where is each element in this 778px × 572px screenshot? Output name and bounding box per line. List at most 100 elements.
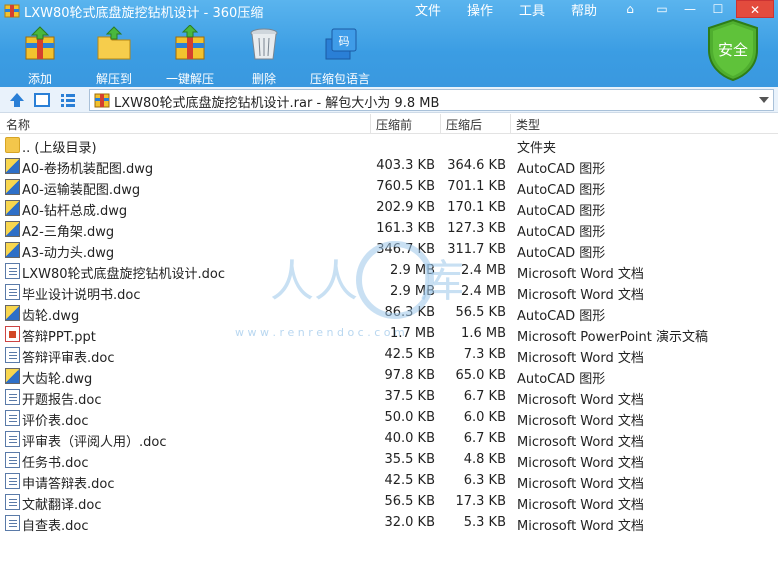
maximize-button[interactable]: ☐ [706,0,730,18]
column-type[interactable]: 类型 [516,116,540,133]
word-file-icon [5,431,20,447]
file-row[interactable]: 评价表.doc 50.0 KB 6.0 KB Microsoft Word 文档 [0,407,778,429]
close-button[interactable]: ✕ [736,0,774,18]
file-compressed-size: 6.0 KB [463,410,506,425]
app-logo-icon [4,4,20,18]
file-size: 42.5 KB [384,347,435,362]
file-type: AutoCAD 图形 [517,372,606,387]
delete-button[interactable]: 删除 [234,25,294,86]
menu-tools[interactable]: 工具 [519,0,545,19]
file-size: 32.0 KB [384,515,435,530]
file-type: Microsoft Word 文档 [517,267,644,282]
file-row[interactable]: 自查表.doc 32.0 KB 5.3 KB Microsoft Word 文档 [0,512,778,534]
file-type: Microsoft PowerPoint 演示文稿 [517,330,709,345]
path-field[interactable]: LXW80轮式底盘旋挖钻机设计.rar - 解包大小为 9.8 MB [89,89,774,111]
autocad-file-icon [5,221,20,237]
file-type: AutoCAD 图形 [517,204,606,219]
file-row[interactable]: 任务书.doc 35.5 KB 4.8 KB Microsoft Word 文档 [0,449,778,471]
file-name: LXW80轮式底盘旋挖钻机设计.doc [22,267,226,282]
file-type: AutoCAD 图形 [517,225,606,240]
security-label: 安全 [718,41,748,59]
file-name: A0-卷扬机装配图.dwg [22,162,154,177]
file-type: AutoCAD 图形 [517,309,606,324]
add-label: 添加 [27,72,52,86]
file-row[interactable]: A2-三角架.dwg 161.3 KB 127.3 KB AutoCAD 图形 [0,218,778,240]
menu-operate[interactable]: 操作 [467,0,493,19]
file-size: 346.7 KB [376,242,435,257]
trash-icon [250,28,278,60]
file-size: 56.5 KB [384,494,435,509]
file-name: 答辩PPT.ppt [22,330,96,345]
minimize-button[interactable]: — [678,0,702,18]
file-row[interactable]: 文献翻译.doc 56.5 KB 17.3 KB Microsoft Word 文档 [0,491,778,513]
file-size: 2.9 MB [390,284,435,299]
file-name: A3-动力头.dwg [22,246,115,261]
file-row[interactable]: A0-卷扬机装配图.dwg 403.3 KB 364.6 KB AutoCAD 图形 [0,155,778,177]
word-file-icon [5,284,20,300]
feedback-icon[interactable]: ▭ [650,0,674,18]
column-compressed[interactable]: 压缩后 [446,116,482,133]
file-row[interactable]: A0-运输装配图.dwg 760.5 KB 701.1 KB AutoCAD 图形 [0,176,778,198]
language-encoding-icon: 码 [325,28,357,60]
file-row[interactable]: 毕业设计说明书.doc 2.9 MB 2.4 MB Microsoft Word 文档 [0,281,778,303]
file-compressed-size: 5.3 KB [463,515,506,530]
file-size: 403.3 KB [376,158,435,173]
file-type: Microsoft Word 文档 [517,351,644,366]
word-file-icon [5,263,20,279]
file-type: AutoCAD 图形 [517,162,606,177]
column-divider[interactable] [440,114,441,134]
one-click-extract-icon [175,24,205,60]
archive-language-button[interactable]: 码 压缩包语言 [306,25,374,86]
up-arrow-icon[interactable] [8,91,26,109]
column-divider[interactable] [510,114,511,134]
security-shield-icon[interactable]: 安全 [705,18,761,82]
home-icon[interactable]: ⌂ [618,0,642,18]
menu-file[interactable]: 文件 [415,0,441,19]
file-row[interactable]: 答辩PPT.ppt 1.7 MB 1.6 MB Microsoft PowerPoin… [0,323,778,345]
file-name: 毕业设计说明书.doc [22,288,141,303]
column-name[interactable]: 名称 [6,116,30,133]
file-compressed-size: 701.1 KB [447,179,506,194]
file-row[interactable]: 开题报告.doc 37.5 KB 6.7 KB Microsoft Word 文档 [0,386,778,408]
file-row[interactable]: A3-动力头.dwg 346.7 KB 311.7 KB AutoCAD 图形 [0,239,778,261]
file-compressed-size: 127.3 KB [447,221,506,236]
file-row[interactable]: 申请答辩表.doc 42.5 KB 6.3 KB Microsoft Word 文档 [0,470,778,492]
thumbnail-view-icon[interactable] [33,91,51,109]
file-row[interactable]: 大齿轮.dwg 97.8 KB 65.0 KB AutoCAD 图形 [0,365,778,387]
file-type: Microsoft Word 文档 [517,477,644,492]
file-row[interactable]: .. (上级目录) 文件夹 [0,134,778,156]
menu-help[interactable]: 帮助 [571,0,597,19]
file-row[interactable]: A0-钻杆总成.dwg 202.9 KB 170.1 KB AutoCAD 图形 [0,197,778,219]
file-compressed-size: 6.7 KB [463,431,506,446]
add-button[interactable]: 添加 [10,25,70,86]
column-divider[interactable] [370,114,371,134]
file-size: 86.3 KB [384,305,435,320]
extract-to-button[interactable]: 解压到 [84,25,144,86]
file-name: A0-钻杆总成.dwg [22,204,128,219]
file-name: 评审表（评阅人用）.doc [22,435,167,450]
file-name: 答辩评审表.doc [22,351,115,366]
word-file-icon [5,347,20,363]
file-name: 评价表.doc [22,414,89,429]
one-click-extract-button[interactable]: 一键解压 [160,24,220,86]
autocad-file-icon [5,158,20,174]
file-size: 50.0 KB [384,410,435,425]
file-type: Microsoft Word 文档 [517,288,644,303]
extract-to-label: 解压到 [95,72,132,86]
file-compressed-size: 170.1 KB [447,200,506,215]
chevron-down-icon[interactable] [759,97,769,103]
column-size[interactable]: 压缩前 [376,116,412,133]
word-file-icon [5,389,20,405]
file-row[interactable]: 答辩评审表.doc 42.5 KB 7.3 KB Microsoft Word 文档 [0,344,778,366]
word-file-icon [5,410,20,426]
file-row[interactable]: LXW80轮式底盘旋挖钻机设计.doc 2.9 MB 2.4 MB Microsoft… [0,260,778,282]
file-row[interactable]: 齿轮.dwg 86.3 KB 56.5 KB AutoCAD 图形 [0,302,778,324]
file-size: 97.8 KB [384,368,435,383]
archive-icon [94,93,110,108]
file-size: 40.0 KB [384,431,435,446]
list-view-icon[interactable] [59,91,77,109]
file-size: 1.7 MB [390,326,435,341]
file-row[interactable]: 评审表（评阅人用）.doc 40.0 KB 6.7 KB Microsoft Word… [0,428,778,450]
top-toolbar: LXW80轮式底盘旋挖钻机设计 - 360压缩 文件 操作 工具 帮助 ⌂ ▭ … [0,0,778,87]
word-file-icon [5,452,20,468]
